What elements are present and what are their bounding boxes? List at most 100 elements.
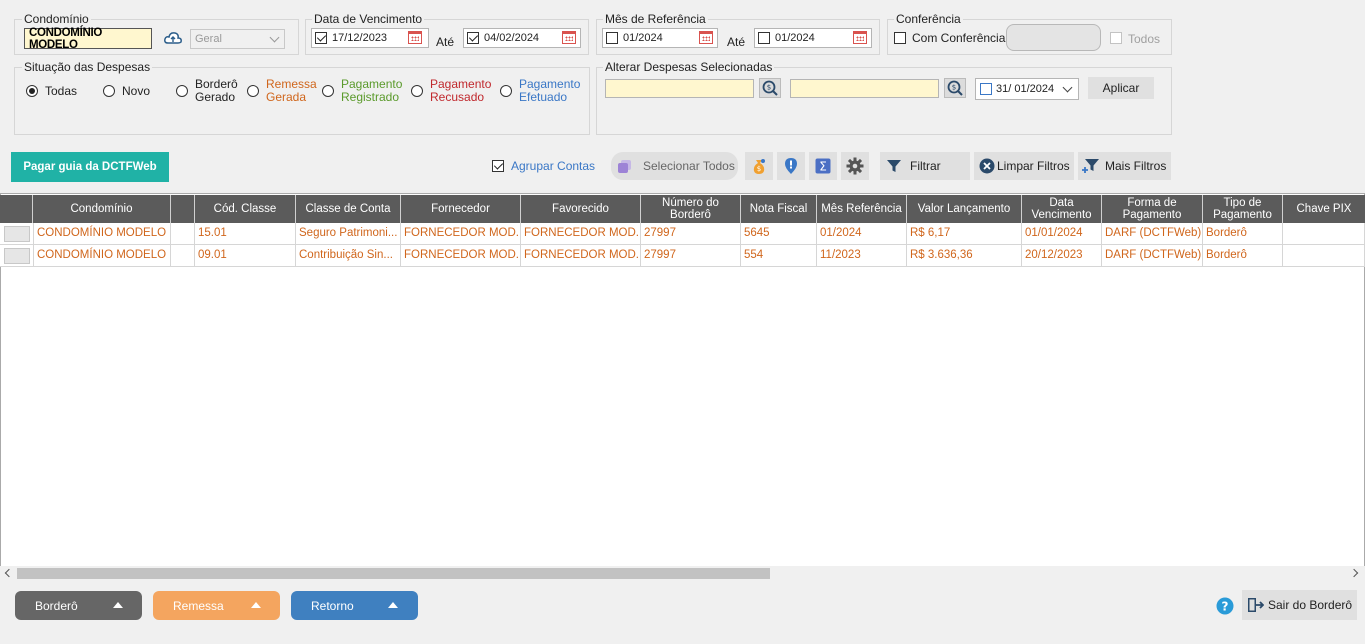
calendar-icon[interactable] — [562, 31, 576, 44]
row-selector[interactable] — [4, 248, 30, 264]
situacao-label-bordero-2: Gerado — [195, 90, 236, 104]
limpar-filtros-button[interactable]: Limpar Filtros — [974, 152, 1074, 180]
situacao-radio-todas[interactable] — [26, 85, 38, 97]
grid-header-col[interactable]: Cód. Classe — [195, 195, 296, 223]
grid-header-col[interactable]: Classe de Conta — [296, 195, 401, 223]
chevron-down-icon — [269, 32, 280, 43]
alterar-field-2[interactable] — [790, 79, 939, 98]
scroll-right-arrow-icon[interactable] — [1349, 568, 1359, 578]
remessa-button[interactable]: Remessa — [153, 591, 280, 620]
situacao-radio-novo[interactable] — [103, 85, 115, 97]
grid-header-col[interactable]: Tipo de Pagamento — [1203, 195, 1283, 223]
todos-checkbox[interactable] — [1110, 32, 1122, 44]
table-cell — [1283, 245, 1365, 266]
referencia-to-checkbox[interactable] — [758, 32, 770, 44]
grid-header-selector — [0, 195, 33, 223]
calendar-icon[interactable] — [699, 31, 713, 44]
scrollbar-thumb[interactable] — [17, 568, 770, 579]
grid-header-col[interactable]: Data Vencimento — [1022, 195, 1102, 223]
grid-header-col[interactable]: Condomínio — [33, 195, 171, 223]
sigma-icon: Σ — [815, 158, 831, 174]
table-cell: 27997 — [641, 245, 741, 266]
grid-header-col[interactable]: Chave PIX — [1283, 195, 1365, 223]
table-cell: DARF (DCTFWeb) — [1102, 223, 1203, 244]
condominio-label: Condomínio — [22, 12, 91, 26]
search-dollar-icon[interactable]: $ — [759, 78, 781, 98]
alterar-date-checkbox[interactable] — [980, 83, 992, 95]
selecionar-todos-button[interactable]: Selecionar Todos — [611, 152, 738, 180]
situacao-label-registrado-2: Registrado — [341, 90, 400, 104]
grid-header-col[interactable]: Número do Borderô — [641, 195, 741, 223]
settings-button[interactable] — [841, 152, 869, 180]
table-cell: Borderô — [1203, 223, 1283, 244]
alterar-field-1[interactable] — [605, 79, 754, 98]
table-row[interactable]: CONDOMÍNIO MODELO 15.01 Seguro Patrimoni… — [0, 223, 1365, 245]
row-selector[interactable] — [4, 226, 30, 242]
table-cell: FORNECEDOR MOD... — [521, 223, 641, 244]
mais-filtros-button[interactable]: Mais Filtros — [1078, 152, 1171, 180]
table-cell: DARF (DCTFWeb) — [1102, 245, 1203, 266]
sair-bordero-button[interactable]: Sair do Borderô — [1242, 590, 1357, 620]
money-bag-icon: $ — [753, 159, 765, 174]
chevron-up-icon — [251, 602, 261, 608]
grid-header-col[interactable]: Mês Referência — [817, 195, 907, 223]
calendar-icon[interactable] — [853, 31, 867, 44]
com-conferencia-checkbox[interactable] — [894, 32, 906, 44]
grid-header-col[interactable]: Nota Fiscal — [741, 195, 817, 223]
calendar-icon[interactable] — [408, 31, 422, 44]
pagar-guia-button[interactable]: Pagar guia da DCTFWeb — [11, 152, 169, 182]
alert-button[interactable] — [777, 152, 805, 180]
situacao-radio-efetuado[interactable] — [500, 85, 512, 97]
horizontal-scrollbar[interactable] — [0, 566, 1365, 581]
table-cell: 09.01 — [195, 245, 296, 266]
situacao-radio-bordero[interactable] — [176, 85, 188, 97]
table-cell: 27997 — [641, 223, 741, 244]
condominio-combo[interactable]: Geral — [190, 29, 285, 49]
condominio-input[interactable]: CONDOMÍNIO MODELO — [24, 27, 152, 51]
alert-pin-icon — [785, 158, 797, 174]
table-cell — [171, 223, 195, 244]
table-cell — [1283, 223, 1365, 244]
svg-text:$: $ — [757, 165, 761, 173]
referencia-from-checkbox[interactable] — [606, 32, 618, 44]
table-cell: Borderô — [1203, 245, 1283, 266]
vencimento-from-checkbox[interactable] — [315, 32, 327, 44]
situacao-radio-registrado[interactable] — [322, 85, 334, 97]
retorno-button[interactable]: Retorno — [291, 591, 418, 620]
grid-header-col[interactable]: Forma de Pagamento — [1102, 195, 1203, 223]
filtrar-button[interactable]: Filtrar — [880, 152, 970, 180]
todos-label: Todos — [1128, 32, 1161, 46]
situacao-label-recusado-2: Recusado — [430, 90, 485, 104]
filter-icon — [887, 160, 901, 172]
conferencia-combo[interactable] — [1006, 24, 1101, 51]
grid-header-col[interactable]: Valor Lançamento — [907, 195, 1022, 223]
bordero-button[interactable]: Borderô — [15, 591, 142, 620]
search-dollar-icon[interactable]: $ — [944, 78, 966, 98]
situacao-label-efetuado-2: Efetuado — [519, 90, 568, 104]
money-bag-button[interactable]: $ — [745, 152, 773, 180]
aplicar-button[interactable]: Aplicar — [1088, 77, 1154, 99]
grid-header-col[interactable] — [171, 195, 195, 223]
table-cell — [171, 245, 195, 266]
exit-door-icon — [1248, 598, 1264, 612]
alterar-group — [596, 67, 1172, 135]
scroll-left-arrow-icon[interactable] — [4, 568, 14, 578]
table-row[interactable]: CONDOMÍNIO MODELO 09.01 Contribuição Sin… — [0, 245, 1365, 267]
referencia-ate-label: Até — [727, 35, 746, 49]
grid-header-col[interactable]: Fornecedor — [401, 195, 521, 223]
agrupar-label: Agrupar Contas — [511, 159, 596, 173]
vencimento-to-checkbox[interactable] — [467, 32, 479, 44]
sum-button[interactable]: Σ — [809, 152, 837, 180]
more-filters-icon — [1082, 159, 1099, 173]
magnifier-icon: $ — [947, 80, 963, 96]
cloud-upload-icon[interactable] — [164, 31, 182, 45]
table-cell: 01/2024 — [817, 223, 907, 244]
grid-header-col[interactable]: Favorecido — [521, 195, 641, 223]
com-conferencia-label: Com Conferência — [912, 31, 1006, 45]
situacao-radio-remessa[interactable] — [247, 85, 259, 97]
table-cell: 5645 — [741, 223, 817, 244]
agrupar-checkbox[interactable] — [492, 160, 504, 172]
situacao-radio-recusado[interactable] — [411, 85, 423, 97]
help-icon[interactable]: ? — [1216, 597, 1234, 615]
table-cell: 11/2023 — [817, 245, 907, 266]
